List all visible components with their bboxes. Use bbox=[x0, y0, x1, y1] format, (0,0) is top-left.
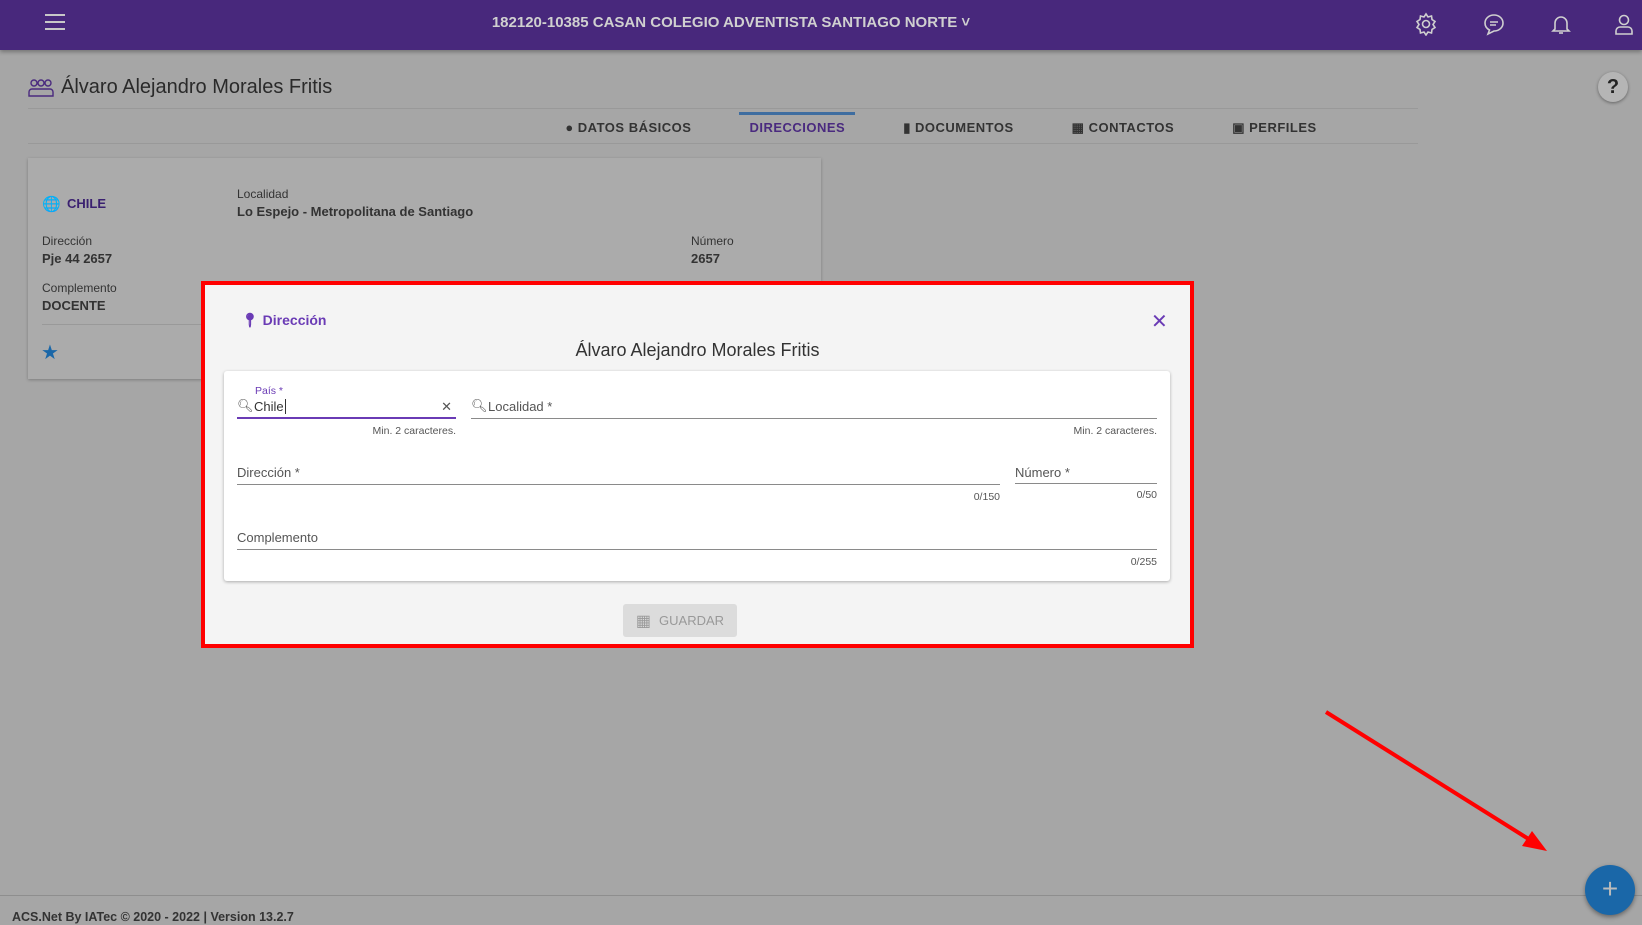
localidad-input[interactable]: 🔍︎ Localidad * bbox=[471, 393, 1157, 419]
direccion-counter: 0/150 bbox=[973, 491, 1000, 503]
localidad-hint: Min. 2 caracteres. bbox=[1073, 425, 1157, 437]
dialog-person-name: Álvaro Alejandro Morales Fritis bbox=[575, 340, 820, 360]
numero-input[interactable]: Número * bbox=[1015, 459, 1157, 484]
numero-counter: 0/50 bbox=[1136, 489, 1157, 501]
address-dialog: 📍︎ Dirección ✕ Álvaro Alejandro Morales … bbox=[201, 281, 1194, 648]
complemento-input[interactable]: Complemento bbox=[237, 524, 1157, 550]
close-icon[interactable]: ✕ bbox=[1151, 309, 1168, 334]
pais-hint: Min. 2 caracteres. bbox=[372, 425, 456, 437]
save-button[interactable]: ▦ GUARDAR bbox=[623, 604, 737, 637]
search-icon: 🔍︎ bbox=[237, 398, 254, 413]
dialog-title: 📍︎ Dirección bbox=[241, 312, 327, 328]
search-icon: 🔍︎ bbox=[471, 398, 488, 413]
pais-input[interactable]: 🔍︎ Chile ✕ bbox=[237, 393, 456, 419]
clear-icon[interactable]: ✕ bbox=[441, 399, 452, 415]
direccion-input[interactable]: Dirección * bbox=[237, 459, 1000, 485]
complemento-counter: 0/255 bbox=[1130, 556, 1157, 568]
floppy-disk-icon: ▦ bbox=[635, 612, 652, 630]
address-form: País * 🔍︎ Chile ✕ Min. 2 caracteres. 🔍︎ … bbox=[224, 371, 1170, 581]
